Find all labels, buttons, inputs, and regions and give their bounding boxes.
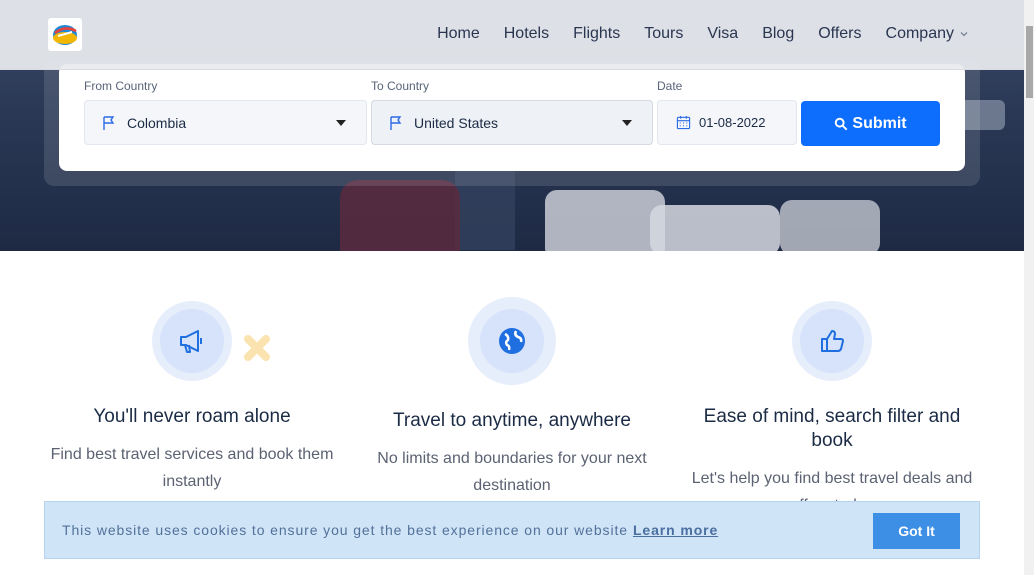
megaphone-icon: [180, 330, 202, 353]
nav-company-label: Company: [885, 25, 954, 42]
nav-tours[interactable]: Tours: [644, 25, 683, 43]
feature-card: You'll never roam alone Find best travel…: [42, 297, 342, 495]
feature-title: You'll never roam alone: [93, 406, 291, 427]
scrollbar-thumb[interactable]: [1026, 26, 1033, 98]
scrollbar[interactable]: [1024, 0, 1034, 575]
feature-description: No limits and boundaries for your next d…: [377, 450, 647, 494]
nav-home[interactable]: Home: [437, 25, 480, 43]
chevron-down-icon: [622, 119, 632, 126]
page: From Country Colombia To Country United …: [0, 0, 1034, 575]
to-country-value: United States: [414, 114, 499, 131]
nav-menu: Home Hotels Flights Tours Visa Blog Offe…: [413, 25, 969, 43]
submit-label: Submit: [852, 114, 907, 132]
from-country-select[interactable]: Colombia: [84, 100, 367, 145]
thumbs-up-icon: [821, 330, 844, 352]
got-it-button[interactable]: Got It: [873, 513, 960, 549]
chevron-down-icon: [336, 119, 346, 126]
date-input[interactable]: 01-08-2022: [657, 100, 797, 145]
date-value: 01-08-2022: [699, 115, 766, 130]
cookie-message: This website uses cookies to ensure you …: [62, 522, 628, 538]
chevron-down-icon: [960, 32, 968, 37]
search-icon: [835, 117, 848, 130]
feature-description: Find best travel services and book them …: [50, 446, 334, 490]
nav-hotels[interactable]: Hotels: [504, 25, 549, 43]
feature-icon-ring: [468, 297, 556, 385]
navbar: Home Hotels Flights Tours Visa Blog Offe…: [0, 0, 1024, 70]
site-logo[interactable]: [48, 18, 82, 51]
feature-title: Ease of mind, search filter and book: [703, 406, 961, 451]
feature-icon-ring: [792, 301, 872, 381]
feature-card: Travel to anytime, anywhere No limits an…: [362, 297, 662, 499]
hero-chair-image: [340, 180, 460, 251]
logo-icon: [53, 24, 77, 45]
feature-title: Travel to anytime, anywhere: [393, 410, 631, 431]
date-label: Date: [657, 79, 683, 93]
flag-icon: [103, 115, 115, 130]
nav-visa[interactable]: Visa: [707, 25, 738, 43]
nav-flights[interactable]: Flights: [573, 25, 620, 43]
submit-button[interactable]: Submit: [801, 101, 940, 146]
to-country-label: To Country: [371, 79, 430, 93]
feature-card: Ease of mind, search filter and book Let…: [682, 297, 982, 519]
nav-blog[interactable]: Blog: [762, 25, 794, 43]
search-card: From Country Colombia To Country United …: [59, 64, 965, 171]
from-country-label: From Country: [84, 79, 158, 93]
feature-icon-ring: [152, 301, 232, 381]
nav-company[interactable]: Company: [886, 25, 969, 43]
globe-icon: [499, 328, 525, 354]
nav-offers[interactable]: Offers: [818, 25, 861, 43]
to-country-select[interactable]: United States: [371, 100, 653, 145]
calendar-icon: [676, 115, 691, 130]
learn-more-link[interactable]: Learn more: [633, 522, 718, 538]
from-country-value: Colombia: [127, 114, 187, 131]
flag-icon: [390, 115, 402, 130]
cookie-banner: This website uses cookies to ensure you …: [44, 501, 980, 559]
